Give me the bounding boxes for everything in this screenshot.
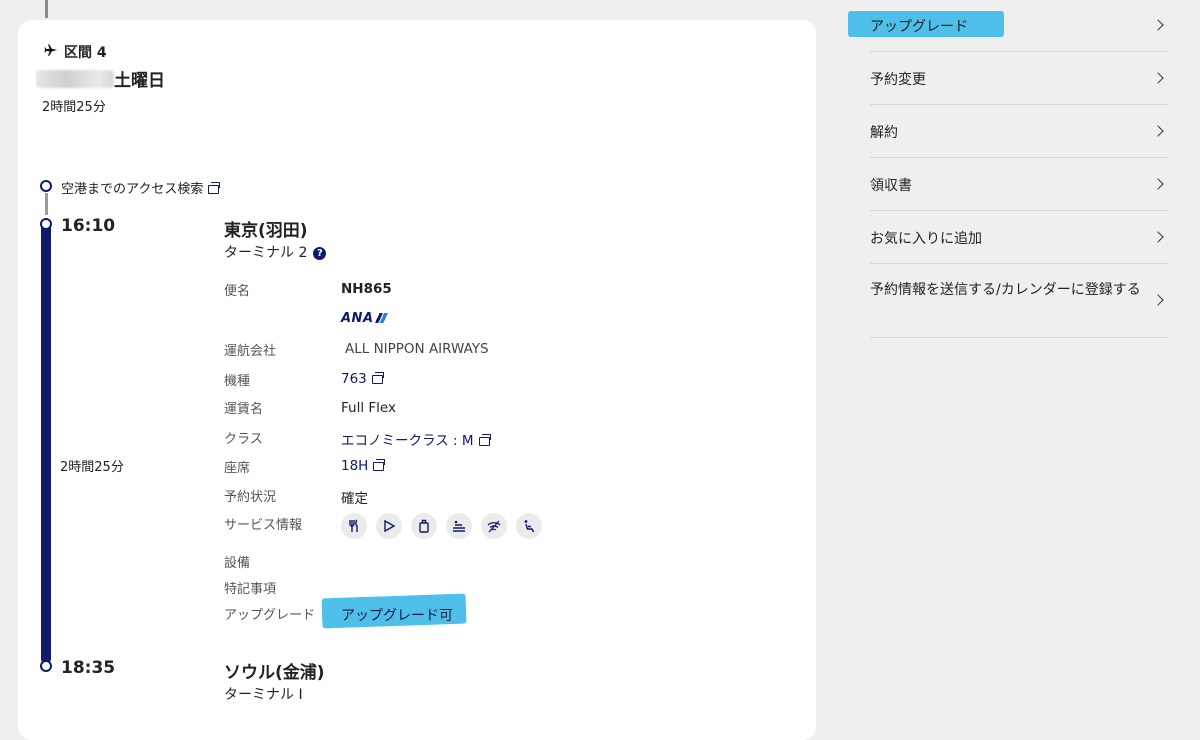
external-link-icon (371, 372, 384, 384)
seat-label: 座席 (224, 461, 251, 476)
aircraft-link[interactable]: 763 (341, 371, 384, 387)
redacted-date (36, 69, 114, 88)
menu-item-cancel[interactable]: 解約 (870, 105, 1168, 158)
segment-duration: 2時間25分 (42, 100, 106, 115)
menu-item-change[interactable]: 予約変更 (870, 52, 1168, 105)
status-label: 予約状況 (224, 490, 277, 505)
chevron-right-icon (1152, 178, 1164, 190)
wifi-off-icon[interactable] (481, 513, 507, 539)
class-label: クラス (224, 432, 263, 447)
fare-label: 運賃名 (224, 402, 264, 417)
status-value: 確定 (341, 491, 368, 507)
timeline-connector-top (45, 0, 48, 18)
arrival-time: 18:35 (61, 658, 116, 678)
class-link[interactable]: エコノミークラス : M (341, 429, 491, 449)
arrival-city: ソウル(金浦) (224, 663, 325, 683)
menu-item-favorite[interactable]: お気に入りに追加 (870, 211, 1168, 264)
operator-value: ALL NIPPON AIRWAYS (345, 341, 489, 357)
ana-logo: ANA (341, 311, 388, 326)
seat-link[interactable]: 18H (341, 458, 386, 474)
airplane-icon (44, 43, 60, 61)
operator-label: 運航会社 (224, 344, 277, 359)
power-icon[interactable] (411, 513, 437, 539)
departure-terminal: ターミナル 2? (224, 242, 327, 262)
timeline-dot-access (40, 180, 52, 192)
timeline-rail-access (45, 193, 48, 215)
flight-duration: 2時間25分 (60, 460, 124, 475)
external-link-icon (208, 182, 221, 194)
help-icon[interactable]: ? (313, 247, 327, 260)
chevron-right-icon (1152, 125, 1164, 137)
menu-item-upgrade[interactable]: アップグレード (870, 0, 1168, 52)
segment-date: 土曜日 (36, 66, 165, 91)
timeline-rail-flight (41, 222, 51, 664)
seat-recline-icon[interactable] (516, 513, 542, 539)
departure-time: 16:10 (61, 216, 116, 236)
flight-number-label: 便名 (224, 284, 251, 299)
upgrade-value: アップグレード可 (341, 608, 453, 624)
service-label: サービス情報 (224, 518, 303, 533)
segment-card (18, 20, 816, 740)
chevron-right-icon (1152, 294, 1164, 306)
meal-icon[interactable] (341, 513, 367, 539)
fare-value: Full Flex (341, 400, 396, 416)
upgrade-label: アップグレード (224, 608, 316, 623)
chevron-right-icon (1152, 19, 1164, 31)
chevron-right-icon (1152, 72, 1164, 84)
seat-flat-icon[interactable] (446, 513, 472, 539)
facility-label: 設備 (224, 556, 251, 571)
external-link-icon (478, 434, 491, 446)
airport-access-link[interactable]: 空港までのアクセス検索 (61, 178, 221, 197)
timeline-dot-arrival (40, 660, 52, 672)
arrival-terminal: ターミナル I (224, 687, 303, 703)
timeline-dot-departure (40, 218, 52, 230)
menu-item-send-calendar[interactable]: 予約情報を送信する/カレンダーに登録する (870, 264, 1168, 338)
menu-item-receipt[interactable]: 領収書 (870, 158, 1168, 211)
aircraft-label: 機種 (224, 374, 251, 389)
flight-number: NH865 (341, 281, 392, 297)
segment-heading: 区間 4 (44, 42, 107, 62)
remarks-label: 特記事項 (224, 582, 277, 597)
departure-city: 東京(羽田) (224, 221, 308, 241)
chevron-right-icon (1152, 231, 1164, 243)
entertainment-icon[interactable] (376, 513, 402, 539)
external-link-icon (373, 459, 386, 471)
